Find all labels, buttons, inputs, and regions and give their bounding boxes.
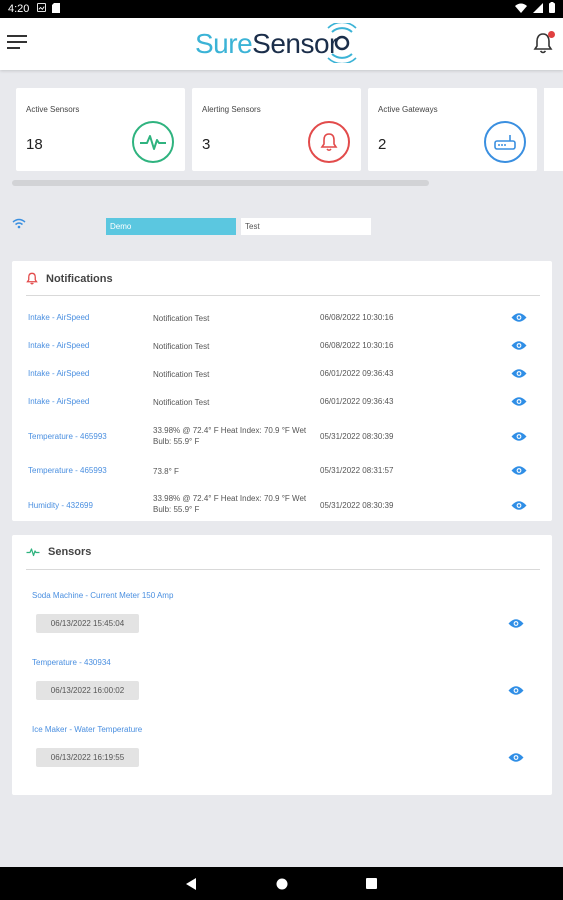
tab-demo[interactable]: Demo	[106, 218, 236, 235]
notification-datetime: 05/31/2022 08:30:39	[320, 432, 394, 441]
sensor-name-link[interactable]: Soda Machine - Current Meter 150 Amp	[32, 591, 173, 600]
notifications-title: Notifications	[46, 272, 113, 285]
logo-text-sure: Sure	[195, 28, 253, 59]
view-eye-icon[interactable]	[511, 396, 527, 407]
notification-datetime: 06/01/2022 09:36:43	[320, 397, 394, 406]
notifications-bell-button[interactable]	[533, 31, 555, 56]
notification-datetime: 06/01/2022 09:36:43	[320, 369, 394, 378]
view-eye-icon[interactable]	[511, 465, 527, 476]
pulse-icon	[26, 548, 40, 557]
notifications-panel: Notifications Intake - AirSpeed Notifica…	[12, 261, 552, 521]
sd-card-icon	[52, 2, 61, 16]
notification-message: 33.98% @ 72.4° F Heat Index: 70.9 °F Wet…	[153, 426, 307, 446]
sensor-timestamp-badge: 06/13/2022 16:00:02	[36, 681, 139, 700]
notification-row: Humidity - 432699 33.98% @ 72.4° F Heat …	[28, 493, 538, 515]
tab-test[interactable]: Test	[241, 218, 371, 235]
sensors-title: Sensors	[48, 546, 92, 558]
view-eye-icon[interactable]	[511, 431, 527, 442]
status-bar: 4:20	[0, 0, 563, 18]
stats-horizontal-scrollbar[interactable]	[12, 180, 429, 186]
divider	[26, 569, 540, 570]
view-eye-icon[interactable]	[511, 340, 527, 351]
stat-label: Active Sensors	[26, 105, 80, 114]
notification-badge	[548, 31, 555, 38]
view-eye-icon[interactable]	[508, 685, 524, 696]
notification-source-link[interactable]: Intake - AirSpeed	[28, 313, 89, 322]
stat-value: 2	[378, 136, 387, 153]
notification-message: 73.8° F	[153, 467, 179, 476]
notification-source-link[interactable]: Humidity - 432699	[28, 501, 93, 510]
sensors-panel: Sensors Soda Machine - Current Meter 150…	[12, 535, 552, 795]
divider	[26, 295, 540, 296]
router-icon	[484, 121, 526, 163]
back-icon[interactable]	[186, 878, 197, 890]
notification-source-link[interactable]: Intake - AirSpeed	[28, 341, 89, 350]
notification-message: Notification Test	[153, 398, 210, 407]
menu-icon-bar	[7, 35, 27, 37]
app-header: Sure Sensor	[0, 18, 563, 70]
notifications-header: Notifications	[26, 272, 113, 285]
photo-icon	[37, 3, 47, 15]
battery-icon	[549, 2, 555, 16]
menu-icon-bar	[7, 41, 27, 43]
notification-source-link[interactable]: Intake - AirSpeed	[28, 397, 89, 406]
view-eye-icon[interactable]	[511, 500, 527, 511]
stat-value: 18	[26, 136, 43, 153]
stat-card-active-sensors[interactable]: Active Sensors 18	[16, 88, 185, 171]
notification-datetime: 05/31/2022 08:31:57	[320, 466, 394, 475]
notification-datetime: 05/31/2022 08:30:39	[320, 501, 394, 510]
stat-card-active-gateways[interactable]: Active Gateways 2	[368, 88, 537, 171]
stat-card-alerting-sensors[interactable]: Alerting Sensors 3	[192, 88, 361, 171]
notification-datetime: 06/08/2022 10:30:16	[320, 313, 394, 322]
view-eye-icon[interactable]	[511, 368, 527, 379]
signal-icon	[533, 2, 543, 16]
system-navigation-bar	[0, 867, 563, 900]
notification-message: Notification Test	[153, 342, 210, 351]
sensor-timestamp-badge: 06/13/2022 16:19:55	[36, 748, 139, 767]
stat-card-partial[interactable]	[544, 88, 563, 171]
suresensor-logo: Sure Sensor	[195, 23, 357, 63]
notification-source-link[interactable]: Temperature - 465993	[28, 466, 107, 475]
home-icon[interactable]	[276, 878, 288, 890]
stat-label: Active Gateways	[378, 105, 438, 114]
notification-source-link[interactable]: Intake - AirSpeed	[28, 369, 89, 378]
bell-icon	[26, 272, 38, 285]
notification-message: Notification Test	[153, 370, 210, 379]
notification-datetime: 06/08/2022 10:30:16	[320, 341, 394, 350]
pulse-icon	[132, 121, 174, 163]
notification-source-link[interactable]: Temperature - 465993	[28, 432, 107, 441]
bell-icon	[308, 121, 350, 163]
recents-icon[interactable]	[366, 878, 377, 889]
view-eye-icon[interactable]	[508, 618, 524, 629]
sensor-timestamp-badge: 06/13/2022 15:45:04	[36, 614, 139, 633]
sensors-header: Sensors	[26, 546, 91, 558]
view-eye-icon[interactable]	[508, 752, 524, 763]
stat-label: Alerting Sensors	[202, 105, 261, 114]
notification-message: Notification Test	[153, 314, 210, 323]
menu-button[interactable]	[7, 35, 27, 51]
sensor-name-link[interactable]: Ice Maker - Water Temperature	[32, 725, 142, 734]
logo-signal-waves	[327, 23, 357, 63]
stat-value: 3	[202, 136, 211, 153]
sensor-name-link[interactable]: Temperature - 430934	[32, 658, 111, 667]
view-eye-icon[interactable]	[511, 312, 527, 323]
wifi-status-icon	[515, 3, 527, 16]
notification-message: 33.98% @ 72.4° F Heat Index: 70.9 °F Wet…	[153, 494, 307, 514]
wifi-icon	[12, 216, 26, 234]
menu-icon-bar	[7, 47, 20, 49]
status-time: 4:20	[8, 3, 30, 15]
